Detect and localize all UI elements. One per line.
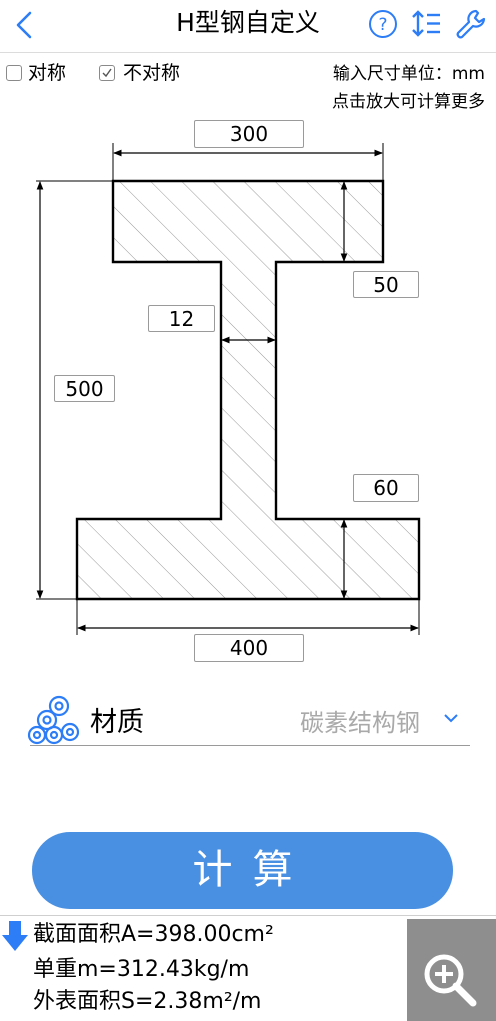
back-chevron-icon[interactable] bbox=[10, 9, 42, 41]
h-beam-section bbox=[75, 179, 421, 601]
sort-icon[interactable] bbox=[410, 7, 444, 41]
web-thickness-input[interactable]: 12 bbox=[148, 305, 215, 332]
calculate-button[interactable]: 计算 bbox=[32, 832, 453, 909]
chevron-down-icon[interactable] bbox=[441, 710, 461, 726]
asymmetric-checkbox[interactable] bbox=[99, 65, 115, 81]
top-flange-width-input[interactable]: 300 bbox=[194, 120, 304, 148]
arrow-down-icon[interactable] bbox=[0, 919, 30, 953]
material-label: 材质 bbox=[90, 707, 144, 738]
total-height-input[interactable]: 500 bbox=[54, 375, 115, 402]
svg-text:?: ? bbox=[378, 15, 387, 35]
result-area: 截面面积A=398.00cm² bbox=[33, 922, 274, 947]
zoom-in-icon[interactable] bbox=[419, 949, 481, 1011]
material-underline bbox=[30, 745, 470, 746]
page-title: H型钢自定义 bbox=[176, 8, 320, 37]
symmetric-checkbox[interactable] bbox=[6, 65, 22, 81]
wrench-icon[interactable] bbox=[454, 7, 488, 41]
header-bar: H型钢自定义 ? bbox=[0, 0, 496, 53]
bottom-flange-thickness-input[interactable]: 60 bbox=[353, 474, 419, 502]
top-flange-thickness-input[interactable]: 50 bbox=[353, 271, 419, 298]
symmetric-label: 对称 bbox=[28, 62, 67, 84]
results-divider bbox=[0, 915, 496, 916]
bottom-flange-width-input[interactable]: 400 bbox=[194, 634, 304, 662]
result-surface-area: 外表面积S=2.38m²/m bbox=[33, 989, 262, 1014]
unit-label: 输入尺寸单位：mm bbox=[332, 64, 485, 84]
material-pipes-icon bbox=[27, 695, 80, 745]
zoom-panel[interactable] bbox=[407, 919, 496, 1021]
result-unit-weight: 单重m=312.43kg/m bbox=[33, 957, 250, 982]
material-select[interactable]: 碳素结构钢 bbox=[260, 705, 420, 741]
check-icon bbox=[102, 68, 112, 78]
asymmetric-label: 不对称 bbox=[123, 62, 181, 84]
help-icon[interactable]: ? bbox=[366, 7, 400, 41]
